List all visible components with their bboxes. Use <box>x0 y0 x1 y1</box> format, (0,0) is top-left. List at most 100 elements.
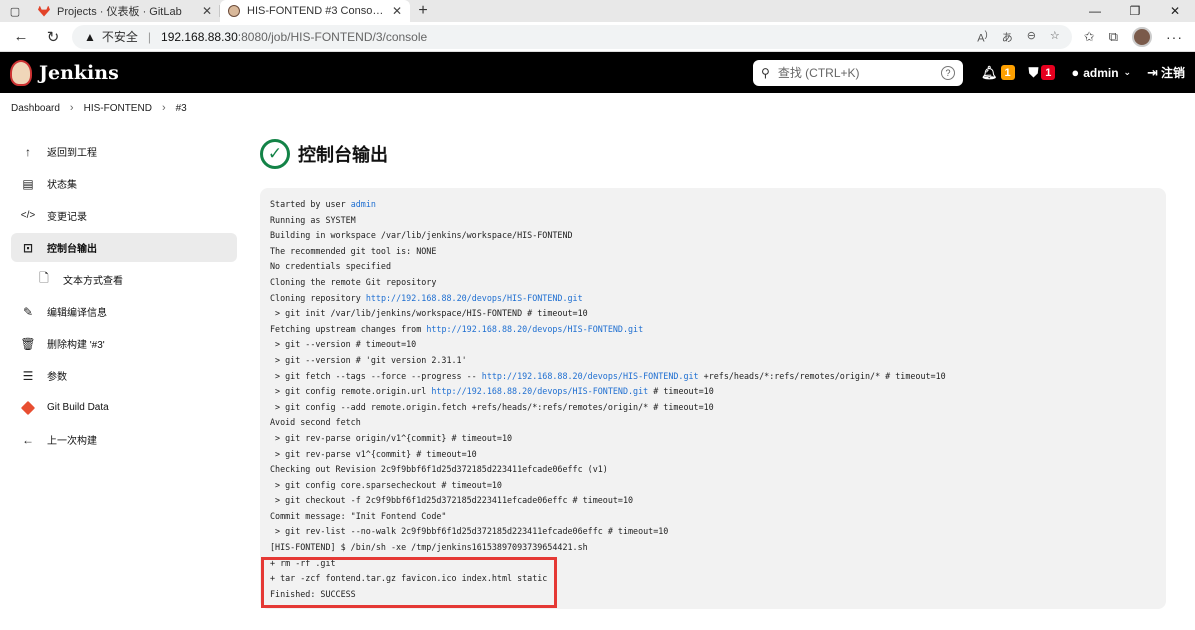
console-line: > git rev-parse origin/v1^{commit} # tim… <box>270 431 1156 447</box>
jenkins-logo-icon[interactable] <box>10 59 32 86</box>
sidebar-item-back-to-project[interactable]: ↑ 返回到工程 <box>11 137 237 166</box>
new-tab-plus-icon[interactable]: + <box>410 0 436 22</box>
notifications-badge: 1 <box>1000 65 1015 80</box>
browser-tab-title: Projects · 仪表板 · GitLab <box>57 6 182 18</box>
user-icon: ● <box>1071 65 1080 80</box>
console-link[interactable]: http://192.168.88.20/devops/HIS-FONTEND.… <box>366 293 583 303</box>
maximize-icon[interactable]: ❐ <box>1115 0 1155 22</box>
favorites-icon[interactable]: ✩ <box>1084 29 1095 45</box>
console-line: Running as SYSTEM <box>270 213 1156 229</box>
console-line: > git config remote.origin.url http://19… <box>270 384 1156 400</box>
reload-icon[interactable]: ↻ <box>40 25 66 49</box>
console-line: Building in workspace /var/lib/jenkins/w… <box>270 228 1156 244</box>
console-link[interactable]: http://192.168.88.20/devops/HIS-FONTEND.… <box>431 386 648 396</box>
sidebar-item-git-build-data[interactable]: Git Build Data <box>11 393 237 422</box>
sidebar-item-label: 状态集 <box>47 180 77 191</box>
console-line-text: > git checkout -f 2c9f9bbf6f1d25d372185d… <box>270 495 634 506</box>
console-line: > git checkout -f 2c9f9bbf6f1d25d372185d… <box>270 493 1156 509</box>
arrow-up-icon: ↑ <box>25 144 31 159</box>
console-line: > git init /var/lib/jenkins/workspace/HI… <box>270 306 1156 322</box>
sidebar-item-label: 返回到工程 <box>47 148 97 159</box>
console-line-text: Cloning repository <box>270 292 366 303</box>
console-line-text: Commit message: "Init Fontend Code" <box>270 510 447 521</box>
security-badge: 1 <box>1041 65 1056 80</box>
url-input[interactable]: ▲ 不安全 | 192.168.88.30:8080/job/HIS-FONTE… <box>72 24 1072 49</box>
favorite-star-icon[interactable]: ☆ <box>1050 29 1060 45</box>
console-line: > git config core.sparsecheckout # timeo… <box>270 478 1156 494</box>
console-line: Cloning repository http://192.168.88.20/… <box>270 291 1156 307</box>
sidebar-item-parameters[interactable]: ☰ 参数 <box>11 361 237 390</box>
search-help-icon[interactable]: ? <box>941 65 956 80</box>
back-arrow-icon[interactable]: ← <box>8 25 34 49</box>
translate-icon[interactable]: あ <box>1002 29 1013 45</box>
tab-actions-icon[interactable]: ▢ <box>0 0 30 22</box>
sidebar-item-label: 控制台输出 <box>47 244 97 255</box>
more-menu-icon[interactable]: ··· <box>1166 29 1183 45</box>
console-line: Fetching upstream changes from http://19… <box>270 322 1156 338</box>
collections-icon[interactable]: ⧉ <box>1109 29 1118 45</box>
console-line-text: Finished: SUCCESS <box>270 588 356 599</box>
sidebar-item-status[interactable]: ▤ 状态集 <box>11 169 237 198</box>
console-line: No credentials specified <box>270 259 1156 275</box>
console-line-text: Building in workspace /var/lib/jenkins/w… <box>270 230 573 241</box>
console-line-text: Started by user <box>270 199 351 209</box>
sidebar-item-console-output[interactable]: ⊡ 控制台输出 <box>11 233 237 262</box>
notifications-button[interactable]: 🔔︎ 1 <box>981 65 1015 81</box>
console-line-text: > git fetch --tags --force --progress -- <box>270 370 482 381</box>
close-tab-icon[interactable]: ✕ <box>202 4 212 18</box>
browser-tab-gitlab[interactable]: Projects · 仪表板 · GitLab ✕ <box>30 0 220 22</box>
breadcrumb-build[interactable]: #3 <box>176 103 187 114</box>
logout-label: 注销 <box>1160 66 1185 80</box>
search-input[interactable]: 查找 (CTRL+K) <box>778 64 933 81</box>
console-line-text: > git config remote.origin.url <box>270 386 432 397</box>
git-icon <box>20 400 36 415</box>
sliders-icon: ☰ <box>22 368 34 383</box>
profile-avatar[interactable] <box>1132 26 1152 47</box>
console-line-text: > git --version # 'git version 2.31.1' <box>270 354 467 365</box>
close-tab-icon[interactable]: ✕ <box>392 4 402 18</box>
console-output: Started by user admin Running as SYSTEM Bu… <box>260 188 1166 609</box>
console-line-text: > git config --add remote.origin.fetch +… <box>270 401 714 412</box>
breadcrumb-job[interactable]: HIS-FONTEND <box>84 103 152 114</box>
warning-triangle-icon: ▲ <box>84 29 96 44</box>
insecure-label: 不安全 <box>101 30 138 44</box>
zoom-icon[interactable]: ⊖ <box>1027 29 1036 45</box>
browser-tab-jenkins[interactable]: HIS-FONTEND #3 Console [Jenkins] ✕ <box>220 0 410 22</box>
security-button[interactable]: ⛊ 1 <box>1029 65 1056 81</box>
console-line-text: Fetching upstream changes from <box>270 323 427 334</box>
search-icon: ⚲ <box>761 65 770 80</box>
breadcrumb: Dashboard › HIS-FONTEND › #3 <box>0 93 1195 123</box>
sidebar-item-previous-build[interactable]: ← 上一次构建 <box>11 425 237 454</box>
sidebar-item-changes[interactable]: </> 变更记录 <box>11 201 237 230</box>
console-line-text: + rm -rf .git <box>270 557 336 568</box>
arrow-left-icon: ← <box>22 432 34 447</box>
sidebar-item-edit-build-info[interactable]: ✎ 编辑编译信息 <box>11 297 237 326</box>
console-link[interactable]: admin <box>351 199 376 209</box>
console-link[interactable]: http://192.168.88.20/devops/HIS-FONTEND.… <box>482 371 699 381</box>
search-box[interactable]: ⚲ 查找 (CTRL+K) ? <box>753 59 964 86</box>
console-line: Finished: SUCCESS <box>270 587 1156 603</box>
code-icon: </> <box>20 210 36 221</box>
minimize-icon[interactable]: — <box>1075 0 1115 22</box>
sidebar-item-label: 文本方式查看 <box>63 276 123 287</box>
console-line: [HIS-FONTEND] $ /bin/sh -xe /tmp/jenkins… <box>270 540 1156 556</box>
breadcrumb-chevron-icon: › <box>161 102 166 114</box>
console-link[interactable]: http://192.168.88.20/devops/HIS-FONTEND.… <box>426 324 643 334</box>
console-line: > git --version # timeout=10 <box>270 337 1156 353</box>
edit-icon: ✎ <box>22 304 34 319</box>
console-line-text: The recommended git tool is: NONE <box>270 245 437 256</box>
breadcrumb-chevron-icon: › <box>69 102 74 114</box>
close-window-icon[interactable]: ✕ <box>1155 0 1195 22</box>
logout-button[interactable]: ⇥ 注销 <box>1147 64 1185 81</box>
sidebar-item-delete-build[interactable]: 🗑︎ 删除构建 '#3' <box>11 329 237 358</box>
console-line-text: + tar -zcf fontend.tar.gz favicon.ico in… <box>270 573 548 584</box>
read-aloud-icon[interactable]: A) <box>977 29 987 45</box>
jenkins-title[interactable]: Jenkins <box>39 62 119 84</box>
user-menu[interactable]: ● admin ⌄ <box>1071 65 1131 80</box>
console-line-text: > git rev-parse v1^{commit} # timeout=10 <box>270 448 477 459</box>
sidebar: ↑ 返回到工程 ▤ 状态集 </> 变更记录 ⊡ 控制台输出 🗋︎ 文本方式查看… <box>0 123 245 609</box>
breadcrumb-dashboard[interactable]: Dashboard <box>11 103 60 114</box>
logout-icon: ⇥ <box>1147 64 1158 80</box>
sidebar-item-plain-text[interactable]: 🗋︎ 文本方式查看 <box>11 265 237 294</box>
sidebar-item-label: 删除构建 '#3' <box>47 340 105 351</box>
